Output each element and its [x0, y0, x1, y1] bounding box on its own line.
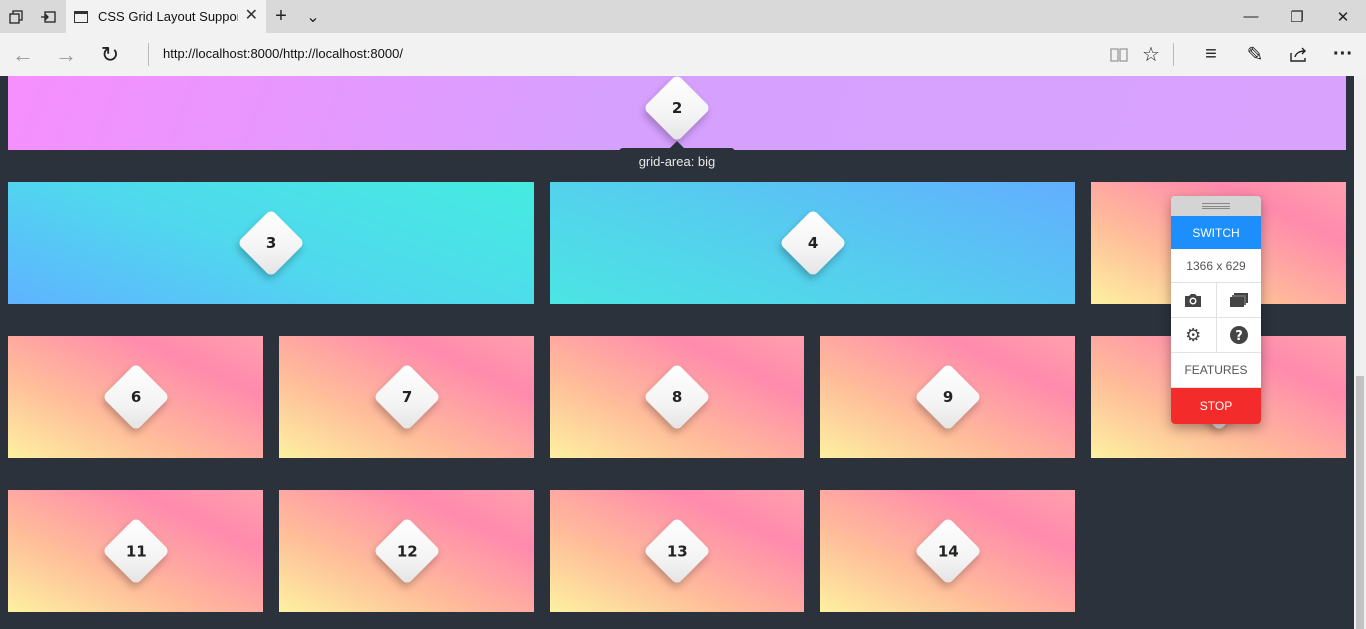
tab-bar: CSS Grid Layout Suppor ✕ + ⌄ — ❐ ✕ [0, 0, 1366, 33]
item-number: 4 [807, 234, 818, 252]
grid-item-2: 2 [8, 76, 1346, 150]
url-divider [148, 43, 149, 66]
grid-item-12: 12 [279, 490, 534, 612]
item-number: 7 [401, 388, 412, 406]
set-aside-tabs-icon[interactable] [32, 0, 64, 33]
tab-title: CSS Grid Layout Suppor [98, 9, 238, 24]
camera-icon[interactable] [1171, 283, 1217, 317]
item-badge: 3 [237, 209, 305, 277]
item-badge: 14 [913, 517, 982, 585]
widget-row-settings: ⚙ ? [1171, 318, 1261, 353]
grid-item-8: 8 [550, 336, 804, 458]
tab-menu-chevron-icon[interactable]: ⌄ [297, 0, 329, 33]
grid-item-9: 9 [820, 336, 1075, 458]
grid-item-14: 14 [820, 490, 1075, 612]
viewport-size-label: 1366 x 629 [1171, 249, 1261, 283]
grid-item-13: 13 [550, 490, 804, 612]
switch-button[interactable]: SWITCH [1171, 216, 1261, 249]
page-icon [74, 10, 88, 23]
item-badge: 13 [643, 517, 711, 585]
tab-list-icon[interactable] [0, 0, 32, 33]
scrollbar-thumb[interactable] [1356, 376, 1364, 629]
drag-handle[interactable] [1171, 196, 1261, 216]
grid-item-7: 7 [279, 336, 534, 458]
grid-item-11: 11 [8, 490, 263, 612]
stop-button[interactable]: STOP [1171, 388, 1261, 424]
more-icon[interactable]: ··· [1323, 33, 1363, 76]
item-number: 12 [396, 542, 417, 560]
close-window-icon[interactable]: ✕ [1320, 0, 1366, 33]
item-number: 13 [666, 542, 688, 560]
grid-item-6: 6 [8, 336, 263, 458]
svg-text:?: ? [1235, 329, 1243, 344]
tab-close-icon[interactable]: ✕ [245, 8, 258, 24]
url-field[interactable]: http://localhost:8000/http://localhost:8… [163, 46, 403, 61]
item-badge: 12 [372, 517, 441, 585]
grid-item-3: 3 [8, 182, 534, 304]
item-badge: 7 [372, 363, 441, 431]
grid-item-4: 4 [550, 182, 1075, 304]
page-scrollbar[interactable] [1354, 76, 1366, 629]
minimize-icon[interactable]: — [1228, 0, 1274, 33]
item-number: 14 [937, 542, 958, 560]
item-badge: 9 [913, 363, 982, 431]
item-number: 11 [125, 542, 146, 560]
item-badge: 11 [101, 517, 170, 585]
restore-icon[interactable]: ❐ [1274, 0, 1320, 33]
share-icon[interactable] [1279, 33, 1319, 76]
resize-widget: SWITCH 1366 x 629 ⚙ ? FEATURES STOP [1171, 196, 1261, 424]
item-number: 8 [671, 388, 683, 406]
address-bar: ← → ↻ http://localhost:8000/http://local… [0, 33, 1366, 76]
widget-row-capture [1171, 283, 1261, 318]
notes-pen-icon[interactable]: ✎ [1235, 33, 1275, 76]
item-number: 2 [671, 99, 683, 117]
item-badge: 6 [101, 363, 170, 431]
help-icon[interactable]: ? [1217, 318, 1262, 352]
back-icon[interactable]: ← [3, 33, 43, 76]
item-number: 9 [942, 388, 953, 406]
hub-icon[interactable]: ≡ [1191, 33, 1231, 76]
item-badge: 2 [643, 76, 711, 142]
favorite-star-icon[interactable]: ☆ [1131, 33, 1171, 76]
refresh-icon[interactable]: ↻ [90, 33, 130, 76]
item-badge: 8 [643, 363, 711, 431]
new-tab-icon[interactable]: + [265, 0, 297, 33]
features-button[interactable]: FEATURES [1171, 353, 1261, 388]
grid-area-tooltip: grid-area: big [619, 141, 735, 174]
page-viewport: 2 grid-area: big 3 4 6 7 8 9 11 12 13 14 [0, 76, 1354, 629]
active-tab[interactable]: CSS Grid Layout Suppor ✕ [66, 0, 266, 33]
item-badge: 4 [778, 209, 847, 277]
item-number: 6 [130, 388, 141, 406]
gallery-icon[interactable] [1217, 283, 1262, 317]
item-number: 3 [265, 234, 277, 252]
gear-icon[interactable]: ⚙ [1171, 318, 1217, 352]
toolbar-divider [1173, 43, 1174, 66]
forward-icon[interactable]: → [46, 33, 86, 76]
